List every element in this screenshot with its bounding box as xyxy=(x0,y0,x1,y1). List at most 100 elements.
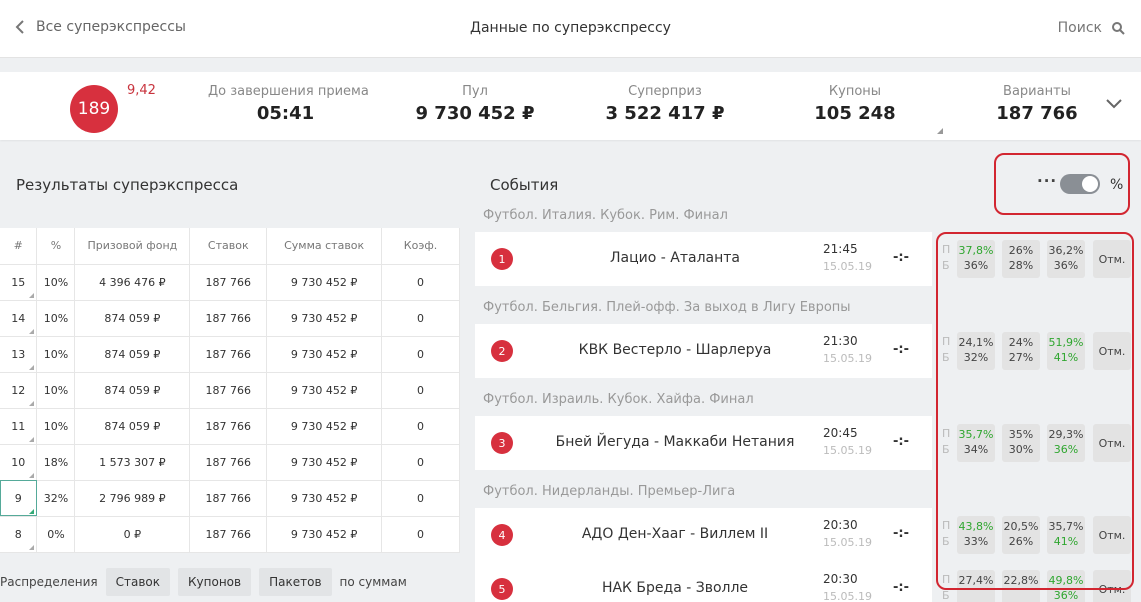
stat-coupons: Купоны 105 248 xyxy=(800,84,910,124)
table-cell: 9 730 452 ₽ xyxy=(266,372,383,409)
event-date: 15.05.19 xyxy=(823,536,872,549)
distribution-label: Распределения xyxy=(0,575,98,589)
table-cell: 0 xyxy=(381,408,460,445)
col-header: Коэф. xyxy=(381,228,460,265)
table-cell: 10% xyxy=(36,336,76,373)
search-label: Поиск xyxy=(1057,20,1102,36)
table-cell: 874 059 ₽ xyxy=(74,336,191,373)
table-cell: 0 xyxy=(381,336,460,373)
table-row[interactable]: 8 0% 0 ₽187 766 9 730 452 ₽0 xyxy=(0,516,460,553)
table-cell: 187 766 xyxy=(189,516,268,553)
dist-packages-button[interactable]: Пакетов xyxy=(259,568,332,596)
event-row[interactable]: 2 КВК Вестерло - Шарлеруа 21:30 15.05.19 -:- xyxy=(475,324,932,378)
event-time: 21:45 xyxy=(823,242,858,256)
place-cell[interactable]: 13 xyxy=(0,336,38,373)
dist-bets-button[interactable]: Ставок xyxy=(105,568,171,596)
place-cell[interactable]: 15 xyxy=(0,264,38,301)
event-row[interactable]: 3 Бней Йегуда - Маккаби Нетания 20:45 15.05… xyxy=(475,416,932,470)
table-row[interactable]: 13 10% 874 059 ₽187 766 9 730 452 ₽0 xyxy=(0,336,460,373)
table-row[interactable]: 15 10% 4 396 476 ₽187 766 9 730 452 ₽0 xyxy=(0,264,460,301)
place-cell[interactable]: 12 xyxy=(0,372,38,409)
page-title: Данные по суперэкспрессу xyxy=(470,20,671,36)
event-row[interactable]: 4 АДО Ден-Хааг - Виллем II 20:30 15.05.19 -:… xyxy=(475,508,932,562)
dist-suffix: по суммам xyxy=(339,575,407,589)
col-header: Ставок xyxy=(189,228,268,265)
table-cell: 874 059 ₽ xyxy=(74,372,191,409)
table-cell: 9 730 452 ₽ xyxy=(266,408,383,445)
percent-toggle[interactable] xyxy=(1060,174,1100,194)
place-cell[interactable]: 10 xyxy=(0,444,38,481)
highlight-box xyxy=(936,232,1134,590)
table-cell: 4 396 476 ₽ xyxy=(74,264,191,301)
table-row[interactable]: 14 10% 874 059 ₽187 766 9 730 452 ₽0 xyxy=(0,300,460,337)
table-row[interactable]: 9 32% 2 796 989 ₽187 766 9 730 452 ₽0 xyxy=(0,480,460,517)
table-cell: 0 xyxy=(381,300,460,337)
table-header-row: # % Призовой фонд Ставок Сумма ставок Ко… xyxy=(0,228,460,265)
table-cell: 9 730 452 ₽ xyxy=(266,516,383,553)
event-time: 20:30 xyxy=(823,572,858,586)
place-cell[interactable]: 9 xyxy=(0,480,38,517)
table-cell: 187 766 xyxy=(189,372,268,409)
table-row[interactable]: 11 10% 874 059 ₽187 766 9 730 452 ₽0 xyxy=(0,408,460,445)
stat-time-left: До завершения приема 05:41 xyxy=(208,84,369,124)
table-cell: 10% xyxy=(36,300,76,337)
event-date: 15.05.19 xyxy=(823,590,872,602)
stat-label: До завершения приема xyxy=(208,84,369,99)
table-cell: 0 xyxy=(381,264,460,301)
table-row[interactable]: 12 10% 874 059 ₽187 766 9 730 452 ₽0 xyxy=(0,372,460,409)
top-bar: Все суперэкспрессы Данные по суперэкспре… xyxy=(0,0,1141,58)
search-icon xyxy=(1112,21,1125,35)
more-options-icon[interactable]: ··· xyxy=(1037,172,1057,190)
results-title: Результаты суперэкспресса xyxy=(16,176,239,194)
place-cell[interactable]: 11 xyxy=(0,408,38,445)
stat-pool: Пул 9 730 452 ₽ xyxy=(410,84,540,124)
dist-coupons-button[interactable]: Купонов xyxy=(178,568,252,596)
league-label: Футбол. Израиль. Кубок. Хайфа. Финал xyxy=(483,392,754,407)
event-score: -:- xyxy=(893,526,909,541)
stat-label: Пул xyxy=(462,84,488,99)
table-cell: 9 730 452 ₽ xyxy=(266,300,383,337)
event-teams: АДО Ден-Хааг - Виллем II xyxy=(581,526,769,542)
table-cell: 9 730 452 ₽ xyxy=(266,480,383,517)
event-date: 15.05.19 xyxy=(823,260,872,273)
table-cell: 187 766 xyxy=(189,480,268,517)
table-cell: 187 766 xyxy=(189,408,268,445)
table-cell: 10% xyxy=(36,264,76,301)
event-date: 15.05.19 xyxy=(823,444,872,457)
stat-label: Суперприз xyxy=(628,84,702,99)
stat-value: 9 730 452 ₽ xyxy=(415,103,535,124)
col-header: Призовой фонд xyxy=(74,228,191,265)
place-cell[interactable]: 8 xyxy=(0,516,38,553)
stats-card: 189 9,42 До завершения приема 05:41 Пул … xyxy=(0,72,1141,140)
table-cell: 1 573 307 ₽ xyxy=(74,444,191,481)
bets-percent: 36% xyxy=(1053,589,1079,602)
stat-value: 3 522 417 ₽ xyxy=(605,103,725,124)
stat-value: 187 766 xyxy=(996,103,1078,124)
event-number-badge: 3 xyxy=(491,432,513,454)
table-cell: 9 730 452 ₽ xyxy=(266,264,383,301)
event-number-badge: 5 xyxy=(491,578,513,600)
event-teams: Лацио - Аталанта xyxy=(610,250,740,266)
event-row[interactable]: 5 НАК Бреда - Зволле 20:30 15.05.19 -:- xyxy=(475,562,932,602)
event-teams: КВК Вестерло - Шарлеруа xyxy=(578,342,772,358)
table-cell: 187 766 xyxy=(189,336,268,373)
event-score: -:- xyxy=(893,434,909,449)
event-score: -:- xyxy=(893,342,909,357)
table-cell: 874 059 ₽ xyxy=(74,300,191,337)
stat-label: Купоны xyxy=(828,84,882,99)
event-number-badge: 1 xyxy=(491,248,513,270)
percent-label: % xyxy=(1110,177,1124,193)
event-row[interactable]: 1 Лацио - Аталанта 21:45 15.05.19 -:- xyxy=(475,232,932,286)
chevron-down-icon[interactable] xyxy=(1105,98,1123,110)
table-row[interactable]: 10 18% 1 573 307 ₽187 766 9 730 452 ₽0 xyxy=(0,444,460,481)
league-label: Футбол. Италия. Кубок. Рим. Финал xyxy=(483,208,728,223)
league-label: Футбол. Бельгия. Плей-офф. За выход в Ли… xyxy=(483,300,851,315)
place-cell[interactable]: 14 xyxy=(0,300,38,337)
table-cell: 0 xyxy=(381,516,460,553)
col-header: Сумма ставок xyxy=(266,228,383,265)
express-number-badge: 189 xyxy=(70,85,118,133)
event-time: 21:30 xyxy=(823,334,858,348)
event-teams: Бней Йегуда - Маккаби Нетания xyxy=(555,434,795,450)
search-button[interactable]: Поиск xyxy=(1058,20,1125,36)
table-cell: 9 730 452 ₽ xyxy=(266,336,383,373)
